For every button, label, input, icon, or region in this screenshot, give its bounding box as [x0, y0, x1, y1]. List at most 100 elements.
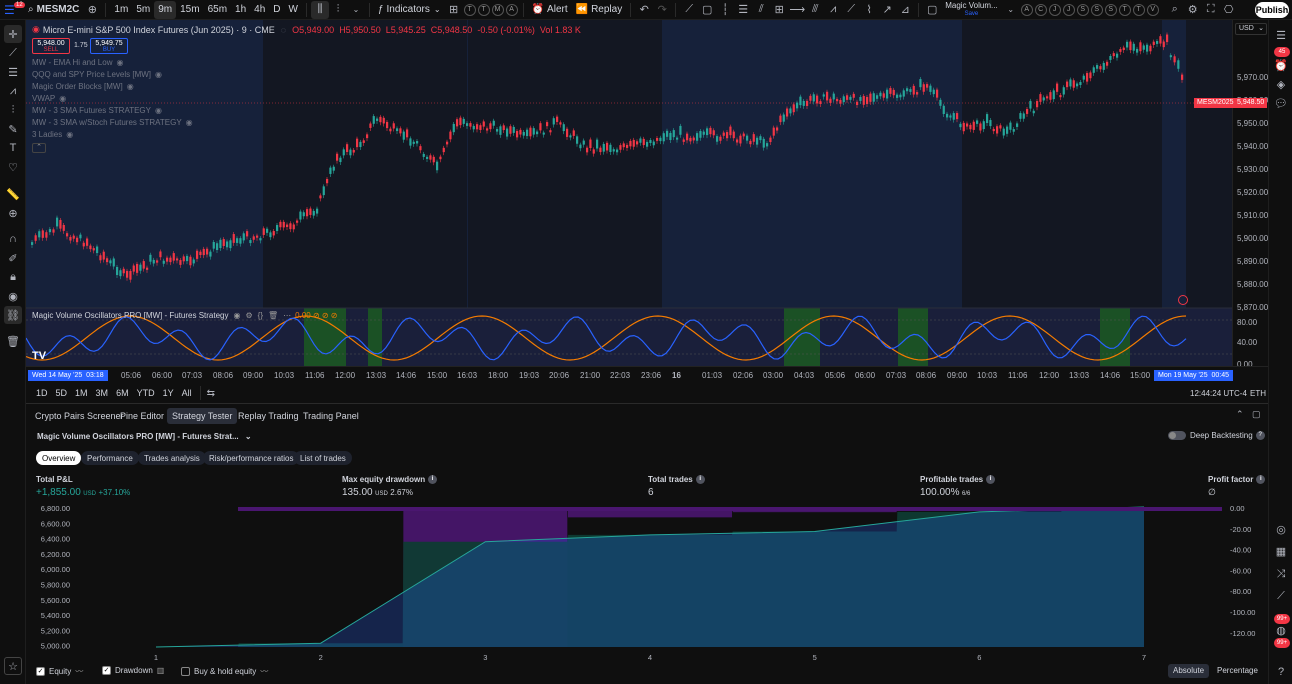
clock-label[interactable]: 12:44:24 UTC-4 [1190, 389, 1247, 398]
subtab-trades-analysis[interactable]: Trades analysis [138, 451, 206, 465]
zigzag-icon[interactable]: ⌇ [860, 1, 878, 19]
strategy-selector[interactable]: Magic Volume Oscillators PRO [MW] - Futu… [37, 432, 252, 441]
template-icon[interactable]: T [477, 3, 490, 16]
range-3m[interactable]: 3M [92, 388, 113, 398]
subtab-performance[interactable]: Performance [81, 451, 139, 465]
fib-retracement-icon[interactable]: ☰ [4, 63, 22, 81]
maximize-panel-icon[interactable]: ▢ [1252, 409, 1261, 420]
fullscreen-icon[interactable]: ⛶ [1202, 1, 1220, 19]
ruler-icon[interactable]: 📏 [4, 185, 22, 203]
absolute-button[interactable]: Absolute [1168, 664, 1210, 678]
trend-line-icon[interactable]: ⟋ [680, 1, 698, 19]
stay-drawing-icon[interactable]: ✐ [4, 249, 22, 267]
template-icon[interactable]: M [491, 3, 504, 16]
magnet-icon[interactable]: ∩ [4, 230, 22, 248]
watchlist-icon[interactable]: ☰ [1272, 26, 1290, 44]
price-axis[interactable]: USD⌄ 5,970.005,960.005,950.005,940.005,9… [1232, 20, 1268, 384]
zoom-in-icon[interactable]: ⊕ [4, 204, 22, 222]
range-6m[interactable]: 6M [112, 388, 133, 398]
indicator-legend-item[interactable]: MW - 3 SMA w/Stoch Futures STRATEGY ◉ [32, 118, 193, 127]
eye-icon[interactable]: ◉ [59, 94, 66, 103]
layers-icon[interactable]: ◈ [1272, 75, 1290, 93]
path-icon[interactable]: ⩘ [824, 1, 842, 19]
deep-backtesting-toggle[interactable]: Deep Backtesting ? [1168, 431, 1265, 440]
timeframe-15m[interactable]: 15m [176, 1, 203, 19]
calendar-range-icon[interactable]: ⇆ [207, 388, 215, 399]
help-icon[interactable]: ? [1255, 431, 1265, 440]
drawdown-checkbox[interactable]: ✓ [102, 666, 111, 675]
notifications-icon[interactable]: ◍ [1272, 621, 1290, 639]
alert-button[interactable]: ⏰ Alert [528, 1, 572, 19]
tab-replay-trading[interactable]: Replay Trading [233, 408, 304, 424]
timeframe-9m[interactable]: 9m [154, 0, 177, 19]
fib-icon[interactable]: ☰ [734, 1, 752, 19]
redo-icon[interactable]: ↷ [653, 1, 671, 19]
time-axis[interactable]: 05:06 06:00 07:03 08:06 09:00 10:03 11:06 12:00… [26, 366, 1268, 384]
ray-icon[interactable]: ⟶ [788, 1, 806, 19]
timeframe-5m[interactable]: 5m [132, 1, 154, 19]
candles-icon[interactable]: ⫼ [310, 0, 329, 19]
goto-realtime-icon[interactable] [1178, 295, 1188, 305]
indicator-legend-item[interactable]: MW - 3 SMA Futures STRATEGY ◉ [32, 106, 162, 115]
star-icon[interactable]: ☆ [4, 657, 22, 675]
timeframe-65m[interactable]: 65m [204, 1, 231, 19]
chevron-down-icon[interactable]: ⌄ [347, 1, 365, 19]
eye-icon[interactable]: ◉ [155, 106, 162, 115]
template-icon[interactable]: A [505, 3, 518, 16]
trash-icon[interactable]: 🗑︎ [268, 311, 278, 320]
gear-icon[interactable]: ⚙ [1184, 1, 1202, 19]
subtab-risk-performance-ratios[interactable]: Risk/performance ratios [203, 451, 300, 465]
search-icon[interactable]: ⌕ [1166, 1, 1184, 19]
timeframe-1m[interactable]: 1m [110, 1, 132, 19]
timeframe-W[interactable]: W [285, 1, 302, 19]
range-5d[interactable]: 5D [52, 388, 72, 398]
equity-legend[interactable]: ✓ Equity 〰 [36, 666, 83, 677]
sell-button[interactable]: 5,948.00 SELL [32, 38, 70, 54]
drawdown-legend[interactable]: ✓ Drawdown ▥ [102, 666, 164, 675]
eye-icon[interactable]: ◉ [234, 311, 241, 320]
layout-square-icon[interactable]: ▢ [923, 1, 941, 19]
subtab-list-of-trades[interactable]: List of trades [294, 451, 352, 465]
trash-icon[interactable]: 🗑︎ [4, 332, 22, 350]
source-code-icon[interactable]: {} [258, 311, 263, 320]
currency-selector[interactable]: USD ⌄ [1235, 23, 1267, 35]
rectangle-icon[interactable]: ▢ [698, 1, 716, 19]
watch-template-icon[interactable]: S [1104, 3, 1117, 16]
buyhold-checkbox[interactable] [181, 667, 190, 676]
eye-icon[interactable]: ◉ [4, 287, 22, 305]
watch-template-icon[interactable]: S [1076, 3, 1089, 16]
pitchfork-icon[interactable]: ⫻ [806, 1, 824, 19]
eye-icon[interactable]: ◉ [116, 58, 123, 67]
main-chart[interactable]: ◉ Micro E-mini S&P 500 Index Futures (Ju… [26, 20, 1232, 384]
pattern-icon[interactable]: ⩘ [4, 82, 22, 100]
crosshair-icon[interactable]: ✛ [4, 25, 22, 43]
chart-type-icon[interactable]: ⫶ [329, 1, 347, 19]
collapse-panel-icon[interactable]: ⌃ [1236, 409, 1244, 420]
projection-icon[interactable]: ⊿ [896, 1, 914, 19]
eye-icon[interactable]: ◉ [66, 130, 73, 139]
range-1y[interactable]: 1Y [159, 388, 178, 398]
help-icon[interactable]: ? [1272, 663, 1290, 681]
eye-icon[interactable]: ◉ [127, 82, 134, 91]
tab-pine-editor[interactable]: Pine Editor [115, 408, 169, 424]
watch-template-icon[interactable]: J [1062, 3, 1075, 16]
alerts-icon[interactable]: ⏰ [1272, 56, 1290, 74]
arrow-icon[interactable]: ↗ [878, 1, 896, 19]
lock-icon[interactable]: 🔒︎ [4, 268, 22, 286]
signal-icon[interactable]: ⤨ [1272, 565, 1290, 583]
indicator-legend-item[interactable]: 3 Ladies ◉ [32, 130, 73, 139]
watch-template-icon[interactable]: C [1034, 3, 1047, 16]
text-icon[interactable]: T [4, 139, 22, 157]
parallel-channel-icon[interactable]: ⫽ [752, 1, 770, 19]
watch-template-icon[interactable]: A [1020, 3, 1033, 16]
symbol-search[interactable]: ⌕ MESM2C [24, 1, 83, 19]
target-icon[interactable]: ◎ [1272, 520, 1290, 538]
more-icon[interactable]: ⋯ [283, 311, 291, 320]
range-1d[interactable]: 1D [32, 388, 52, 398]
chevron-down-icon[interactable]: ⌄ [1002, 1, 1020, 19]
tab-strategy-tester[interactable]: Strategy Tester [167, 408, 238, 424]
heart-icon[interactable]: ♡ [4, 158, 22, 176]
tab-trading-panel[interactable]: Trading Panel [298, 408, 364, 424]
timeframe-4h[interactable]: 4h [250, 1, 269, 19]
template-icon[interactable]: T [463, 3, 476, 16]
